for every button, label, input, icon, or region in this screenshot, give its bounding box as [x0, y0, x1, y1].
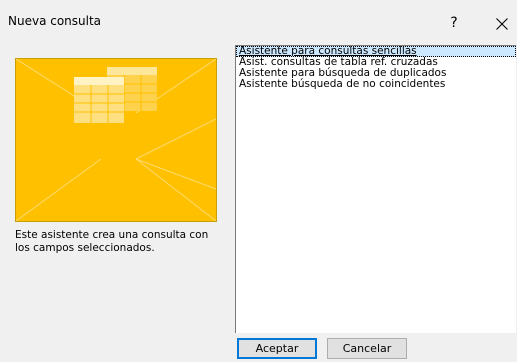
- wizard-preview-image: [15, 58, 217, 222]
- help-button[interactable]: ?: [440, 8, 468, 38]
- window-title: Nueva consulta: [8, 14, 102, 28]
- wizard-description: Este asistente crea una consulta con los…: [15, 229, 209, 254]
- wizard-list[interactable]: Asistente para consultas sencillas Asist…: [235, 45, 516, 333]
- cancel-button[interactable]: Cancelar: [327, 338, 407, 359]
- close-button[interactable]: [488, 8, 516, 38]
- new-query-dialog: Nueva consulta ? Este asistente crea una…: [0, 0, 517, 362]
- wizard-list-item[interactable]: Asistente búsqueda de no coincidentes: [236, 79, 516, 90]
- close-icon: [496, 17, 508, 30]
- table-grid-icon: [16, 59, 216, 221]
- accept-button[interactable]: Aceptar: [237, 338, 317, 359]
- title-bar: Nueva consulta ?: [0, 0, 517, 45]
